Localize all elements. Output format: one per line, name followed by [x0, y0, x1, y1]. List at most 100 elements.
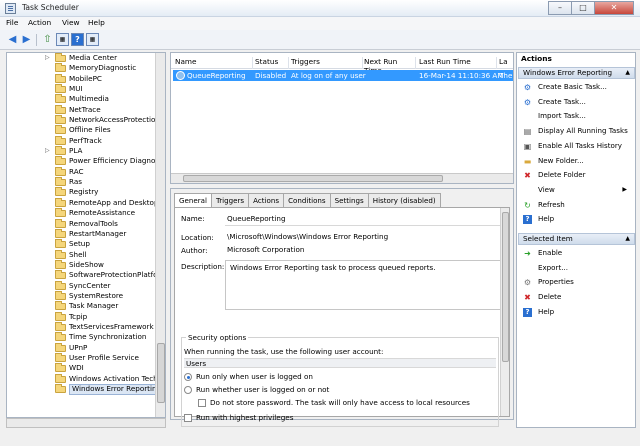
tab-settings[interactable]: Settings — [329, 193, 369, 207]
task-list-header: Name Status Triggers Next Run Time Last … — [171, 53, 513, 75]
tab-actions[interactable]: Actions — [248, 193, 285, 207]
actions-section-folder[interactable]: Windows Error Reporting ▲ — [518, 67, 635, 79]
help-icon[interactable]: ? — [71, 33, 84, 46]
action-refresh[interactable]: ↻ Refresh — [517, 198, 635, 213]
column-last-result[interactable]: La — [499, 57, 513, 69]
tree-horizontal-scrollbar[interactable] — [6, 418, 166, 428]
scrollbar-thumb[interactable] — [502, 212, 509, 362]
action-create-basic-task[interactable]: ⚙ Create Basic Task... — [517, 80, 635, 95]
author-value[interactable]: Microsoft Corporation — [227, 245, 304, 254]
menu-view[interactable]: View — [62, 18, 80, 27]
tree-item[interactable]: Ras — [7, 177, 165, 187]
minimize-button[interactable]: – — [548, 1, 572, 15]
name-value[interactable]: QueueReporting — [227, 214, 286, 223]
run-whether-radio[interactable] — [184, 386, 192, 394]
tree-item[interactable]: MobilePC — [7, 73, 165, 84]
tree-item[interactable]: Offline Files — [7, 125, 165, 135]
tree-item-label: User Profile Service — [69, 352, 139, 362]
action-new-folder[interactable]: ▬ New Folder... — [517, 154, 635, 169]
action-help[interactable]: ? Help — [517, 212, 635, 227]
column-triggers[interactable]: Triggers — [291, 57, 363, 69]
tree-item[interactable]: RemoteAssistance — [7, 208, 165, 218]
tree-item[interactable]: MemoryDiagnostic — [7, 63, 165, 73]
menu-file[interactable]: File — [6, 18, 18, 27]
tree-item[interactable]: SoftwareProtectionPlatform — [7, 270, 165, 280]
action-properties[interactable]: ⚙ Properties — [517, 275, 635, 290]
tree-item[interactable]: Setup — [7, 239, 165, 249]
column-last-run-time[interactable]: Last Run Time — [419, 57, 497, 69]
folder-icon — [55, 53, 66, 62]
tree-item[interactable]: Task Manager — [7, 301, 165, 311]
tab-conditions[interactable]: Conditions — [283, 193, 331, 207]
table-row[interactable]: QueueReporting Disabled At log on of any… — [173, 70, 513, 81]
tree-item[interactable]: Registry — [7, 187, 165, 197]
tree-item[interactable]: Tcpip — [7, 311, 165, 322]
back-arrow-icon[interactable]: ◀ — [6, 33, 19, 46]
tree-vertical-scrollbar[interactable] — [155, 53, 165, 417]
action-help[interactable]: ? Help — [517, 305, 635, 320]
collapse-caret-icon[interactable]: ▲ — [625, 68, 630, 78]
scrollbar-thumb[interactable] — [183, 175, 443, 182]
detail-vertical-scrollbar[interactable] — [500, 208, 509, 416]
scrollbar-thumb[interactable] — [157, 343, 165, 403]
tree-item[interactable]: ▷ Media Center — [7, 53, 165, 63]
menu-help[interactable]: Help — [88, 18, 105, 27]
up-folder-icon[interactable]: ⇧ — [41, 33, 54, 46]
action-create-task[interactable]: ⚙ Create Task... — [517, 95, 635, 110]
column-status[interactable]: Status — [255, 57, 289, 69]
tree-item[interactable]: SystemRestore — [7, 290, 165, 301]
tab-history[interactable]: History (disabled) — [367, 193, 441, 207]
tree-item[interactable]: PerfTrack — [7, 135, 165, 146]
tree-item[interactable]: Windows Error Reporting — [7, 384, 165, 395]
tab-triggers[interactable]: Triggers — [210, 193, 250, 207]
tree-item[interactable]: RAC — [7, 166, 165, 177]
tree-item[interactable]: NetworkAccessProtection — [7, 115, 165, 125]
tree-item[interactable]: Shell — [7, 249, 165, 260]
expand-arrow-icon[interactable]: ▷ — [45, 146, 51, 156]
no-store-password-checkbox[interactable] — [198, 399, 206, 407]
tree-item[interactable]: SideShow — [7, 259, 165, 270]
show-hide-tree-icon[interactable]: ▦ — [56, 33, 69, 46]
tree-item[interactable]: RestartManager — [7, 228, 165, 239]
collapse-caret-icon[interactable]: ▲ — [625, 234, 630, 244]
forward-arrow-icon[interactable]: ▶ — [20, 33, 33, 46]
actions-section-selected[interactable]: Selected Item ▲ — [518, 233, 635, 245]
show-hide-action-pane-icon[interactable]: ▦ — [86, 33, 99, 46]
action-enable-all-tasks-history[interactable]: ▣ Enable All Tasks History — [517, 139, 635, 154]
action-view[interactable]: View ▶ — [517, 183, 635, 198]
expand-arrow-icon[interactable]: ▷ — [45, 53, 51, 63]
action-delete-folder[interactable]: ✖ Delete Folder — [517, 168, 635, 183]
location-value[interactable]: \Microsoft\Windows\Windows Error Reporti… — [227, 232, 388, 241]
tree-item[interactable]: Multimedia — [7, 94, 165, 104]
tree-item[interactable]: User Profile Service — [7, 352, 165, 363]
tree-item[interactable]: UPnP — [7, 342, 165, 353]
tree-item[interactable]: Windows Activation Technologies — [7, 373, 165, 384]
tab-general[interactable]: General — [174, 193, 212, 208]
folder-icon — [55, 280, 66, 290]
column-name[interactable]: Name — [175, 57, 253, 69]
highest-privileges-checkbox[interactable] — [184, 414, 192, 422]
action-delete[interactable]: ✖ Delete — [517, 290, 635, 305]
tree-item[interactable]: Power Efficiency Diagnostic — [7, 156, 165, 166]
action-display-all-running-tasks[interactable]: ▤ Display All Running Tasks — [517, 124, 635, 139]
menu-action[interactable]: Action — [28, 18, 51, 27]
tree-item[interactable]: SyncCenter — [7, 280, 165, 291]
close-button[interactable]: ✕ — [594, 1, 634, 15]
maximize-button[interactable]: □ — [571, 1, 595, 15]
description-box[interactable]: Windows Error Reporting task to process … — [225, 260, 507, 310]
tree-item[interactable]: ▷ PLA — [7, 146, 165, 156]
tree-item[interactable]: MUI — [7, 84, 165, 94]
tree-item[interactable]: TextServicesFramework — [7, 321, 165, 332]
tree-item[interactable]: RemovalTools — [7, 218, 165, 229]
tree-item[interactable]: Time Synchronization — [7, 332, 165, 342]
run-logged-on-radio[interactable] — [184, 373, 192, 381]
tree-item[interactable]: NetTrace — [7, 104, 165, 115]
tree-item[interactable]: RemoteApp and Desktop C — [7, 197, 165, 208]
action-label: Enable All Tasks History — [538, 140, 622, 150]
action-enable[interactable]: ➜ Enable — [517, 246, 635, 261]
column-next-run-time[interactable]: Next Run Time — [364, 57, 416, 75]
action-import-task[interactable]: Import Task... — [517, 109, 635, 124]
list-horizontal-scrollbar[interactable] — [171, 173, 513, 183]
tree-item[interactable]: WDI — [7, 363, 165, 373]
action-export[interactable]: Export... — [517, 261, 635, 276]
